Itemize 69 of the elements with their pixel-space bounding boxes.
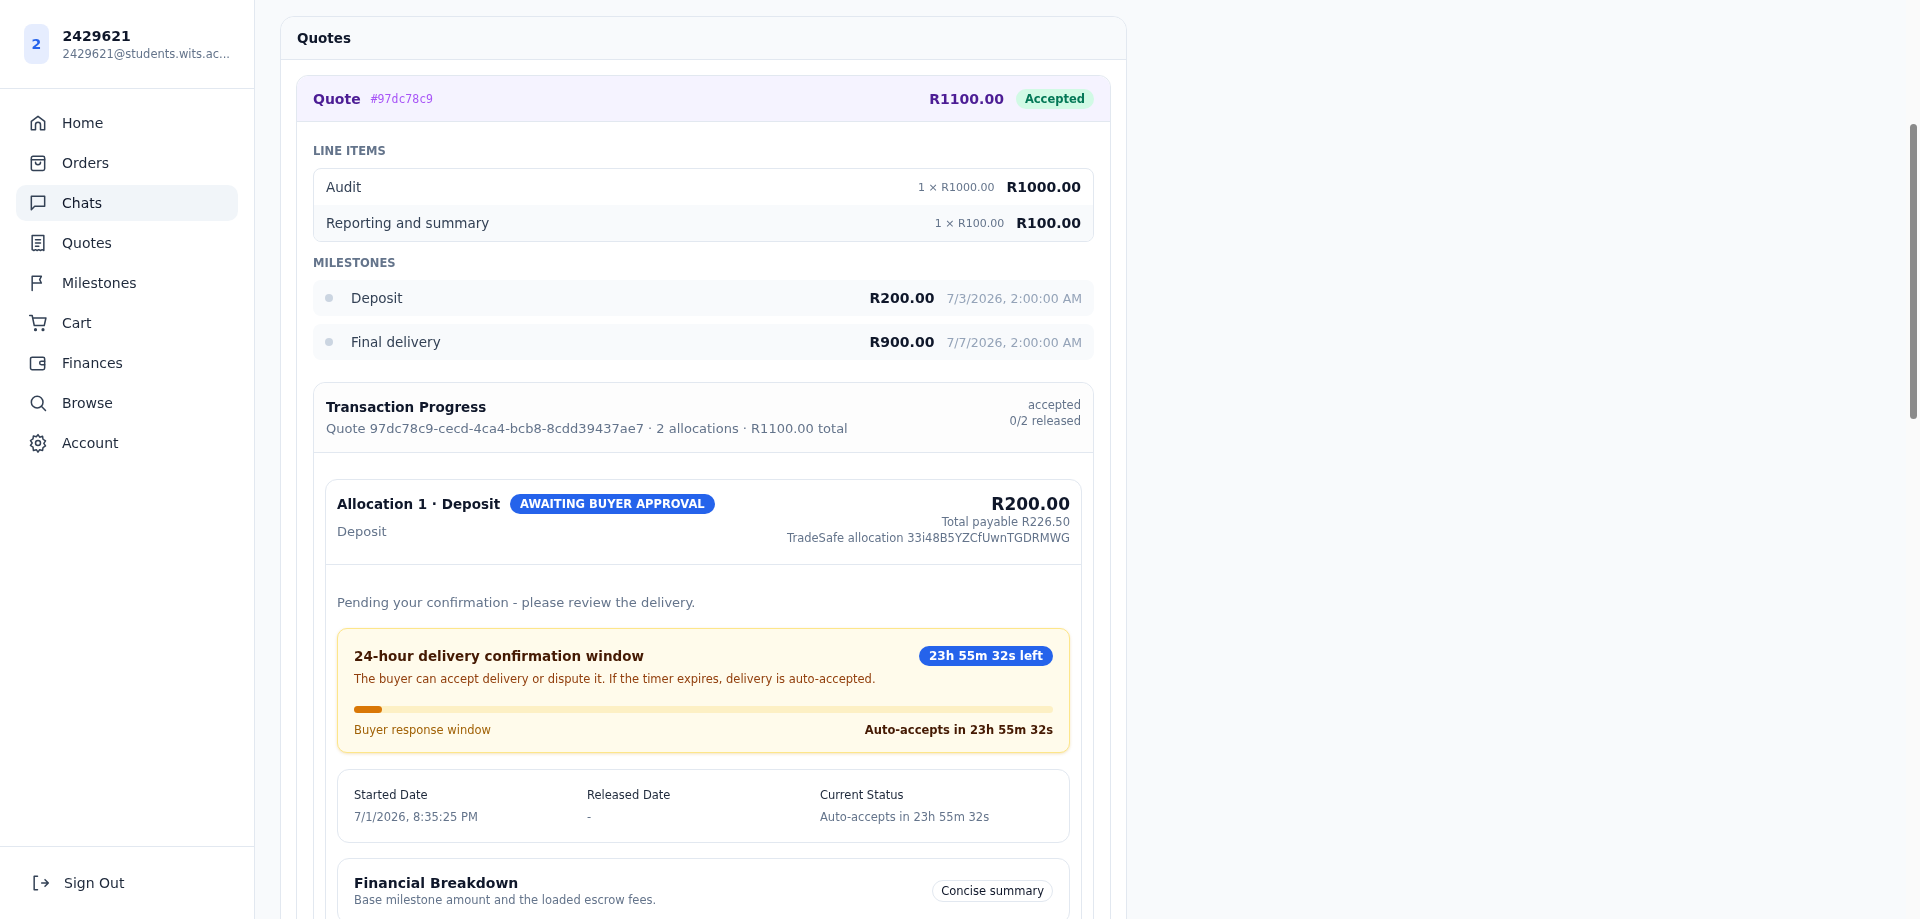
- nav-item[interactable]: Account: [16, 425, 238, 461]
- breakdown-title: Financial Breakdown: [354, 875, 520, 891]
- user-name: 2429621: [62, 27, 132, 44]
- window-description: The buyer can accept delivery or dispute it. If the timer expires, delivery is auto-accepted.: [354, 672, 877, 686]
- date-label: Current Status: [820, 788, 905, 802]
- concise-summary-button[interactable]: Concise summary: [932, 880, 1053, 902]
- progress-reading: Auto-accepts in 23h 55m 32s: [864, 723, 1053, 737]
- status-dot-icon: [325, 338, 333, 346]
- milestone-name: Final delivery: [351, 334, 441, 350]
- milestone-date: 7/7/2026, 2:00:00 AM: [946, 334, 1082, 350]
- section-heading: LINE ITEMS: [313, 144, 387, 158]
- milestone-name: Deposit: [351, 290, 403, 306]
- quote-id: #97dc78c9: [370, 91, 433, 106]
- pending-message: Pending your confirmation - please review the delivery.: [337, 595, 697, 610]
- wallet-icon: [28, 353, 48, 373]
- quote-total: R1100.00: [929, 90, 1004, 107]
- receipt-icon: [28, 233, 48, 253]
- allocation-subtitle: Deposit: [337, 524, 388, 539]
- total-payable: Total payable R226.50: [941, 514, 1070, 530]
- date-label: Released Date: [587, 788, 672, 802]
- nav-item[interactable]: Chats: [16, 185, 238, 221]
- window-title: 24-hour delivery confirmation window: [354, 648, 644, 664]
- user-email: 2429621@students.wits.ac...: [62, 46, 230, 61]
- nav-item[interactable]: Browse: [16, 385, 238, 421]
- nav-item[interactable]: Quotes: [16, 225, 238, 261]
- date-value: -: [587, 810, 593, 824]
- sign-out-icon: [30, 873, 50, 893]
- status-badge: AWAITING BUYER APPROVAL: [510, 494, 715, 514]
- nav-item[interactable]: Cart: [16, 305, 238, 341]
- status-dot-icon: [325, 294, 333, 302]
- cart-icon: [28, 313, 48, 333]
- home-icon: [28, 113, 48, 133]
- line-item-amount: R100.00: [1016, 215, 1081, 231]
- nav-item[interactable]: Finances: [16, 345, 238, 381]
- milestone-amount: R900.00: [869, 334, 935, 350]
- milestone-date: 7/3/2026, 2:00:00 AM: [946, 290, 1082, 306]
- transaction-subtitle: Quote 97dc78c9-cecd-4ca4-bcb8-8cdd39437ae7 · 2 allocations · R1100.00 total: [326, 421, 848, 436]
- status-badge: Accepted: [1015, 88, 1094, 109]
- shopping-bag-icon: [28, 153, 48, 173]
- transaction-status: accepted: [1028, 397, 1081, 413]
- line-item-quantity: 1 × R1000.00: [918, 180, 995, 194]
- breakdown-subtitle: Base milestone amount and the loaded escrow fees.: [354, 893, 657, 907]
- line-item-amount: R1000.00: [1006, 179, 1081, 195]
- avatar: 2: [24, 24, 49, 64]
- scrollbar-thumb[interactable]: [1909, 124, 1917, 419]
- transaction-title: Transaction Progress: [326, 399, 488, 415]
- progress-label: Buyer response window: [354, 723, 491, 737]
- sign-out-button[interactable]: Sign Out: [16, 865, 238, 901]
- release-count: 0/2 released: [1009, 413, 1081, 429]
- time-left-badge: 23h 55m 32s left: [918, 646, 1053, 666]
- chat-bubble-icon: [28, 193, 48, 213]
- nav-item[interactable]: Orders: [16, 145, 238, 181]
- nav-item[interactable]: Home: [16, 105, 238, 141]
- panel-title: Quotes: [281, 17, 1126, 60]
- allocation-reference: TradeSafe allocation 33i48B5YZCfUwnTGDRMWG: [787, 530, 1070, 546]
- line-item-name: Reporting and summary: [326, 215, 490, 231]
- search-icon: [28, 393, 48, 413]
- line-item-quantity: 1 × R100.00: [934, 216, 1005, 230]
- section-heading: MILESTONES: [313, 256, 397, 270]
- milestone-amount: R200.00: [869, 290, 935, 306]
- date-value: 7/1/2026, 8:35:25 PM: [354, 810, 479, 824]
- allocation-title: Allocation 1 · Deposit: [337, 496, 501, 512]
- date-label: Started Date: [354, 788, 429, 802]
- settings-icon: [28, 433, 48, 453]
- allocation-amount: R200.00: [991, 494, 1070, 514]
- line-item-name: Audit: [326, 179, 362, 195]
- nav-item[interactable]: Milestones: [16, 265, 238, 301]
- date-value: Auto-accepts in 23h 55m 32s: [820, 810, 991, 824]
- quote-label: Quote: [313, 90, 361, 107]
